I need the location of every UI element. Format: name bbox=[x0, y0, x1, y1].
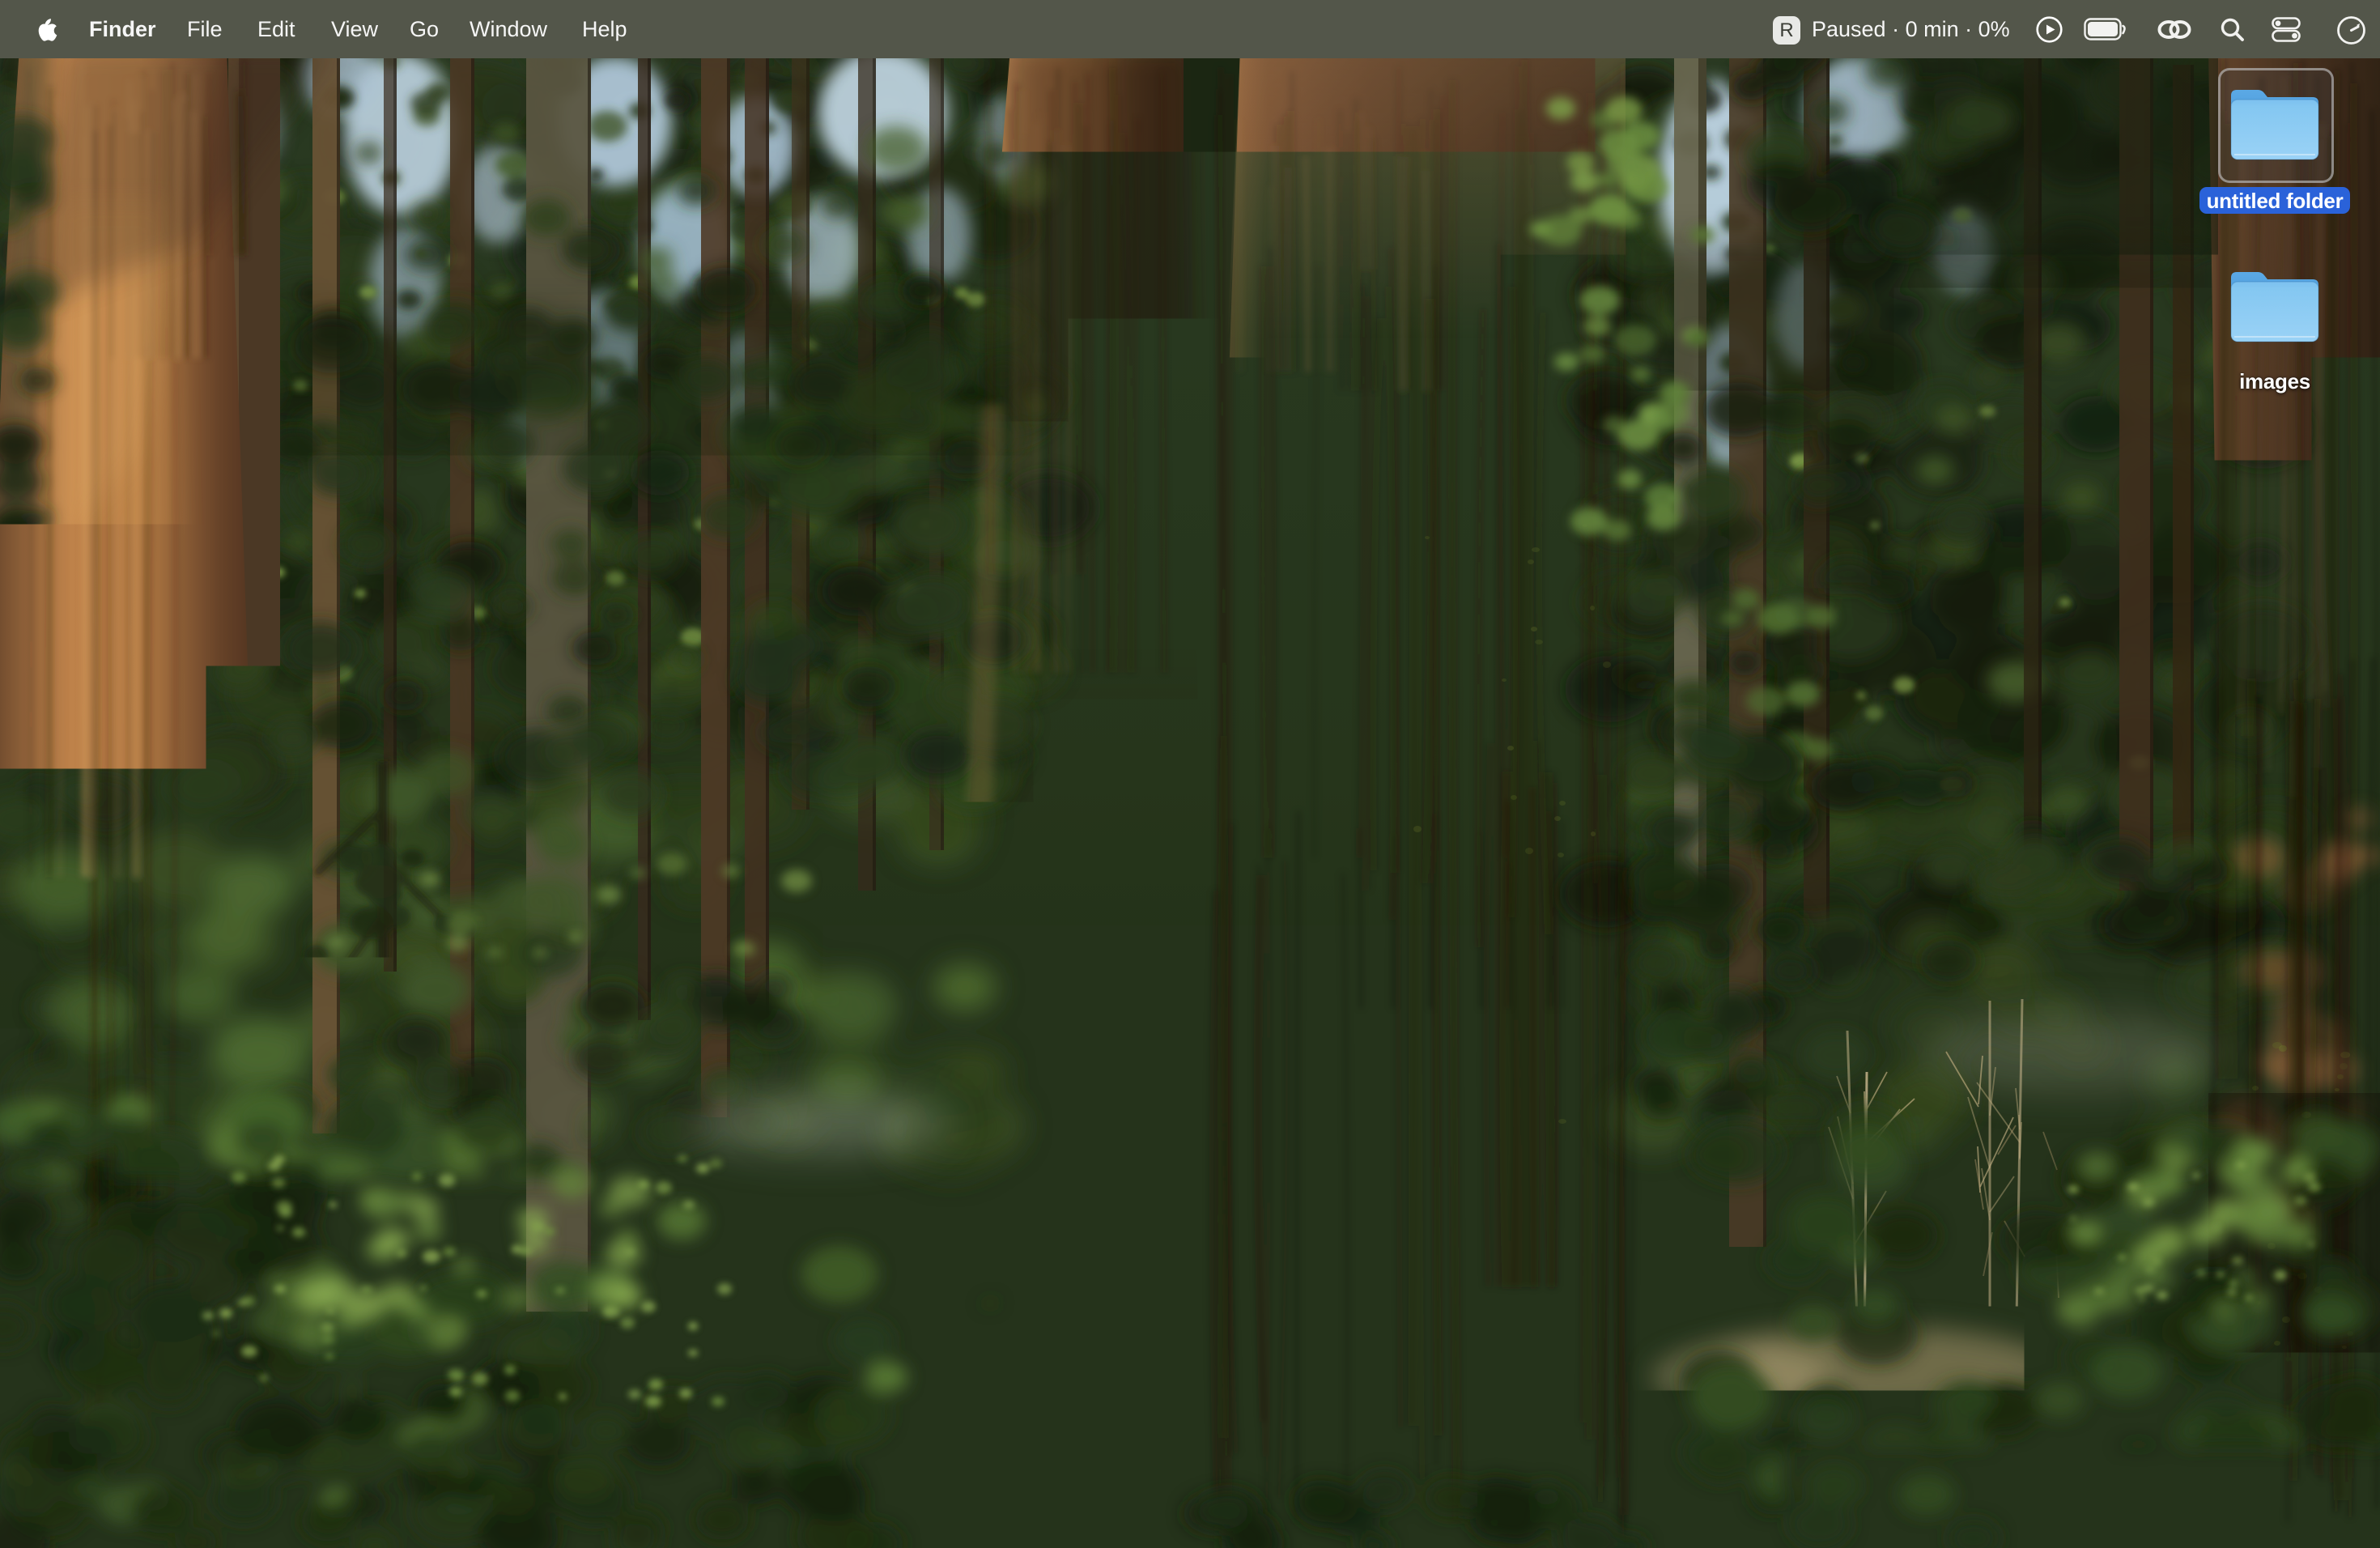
svg-text:zoom: zoom bbox=[1325, 1486, 1367, 1503]
svg-text:PDF: PDF bbox=[1763, 1516, 1774, 1522]
svg-text:FEB: FEB bbox=[601, 1465, 620, 1477]
svg-text:Aa: Aa bbox=[1638, 1476, 1677, 1510]
svg-text:17: 17 bbox=[590, 1479, 631, 1520]
